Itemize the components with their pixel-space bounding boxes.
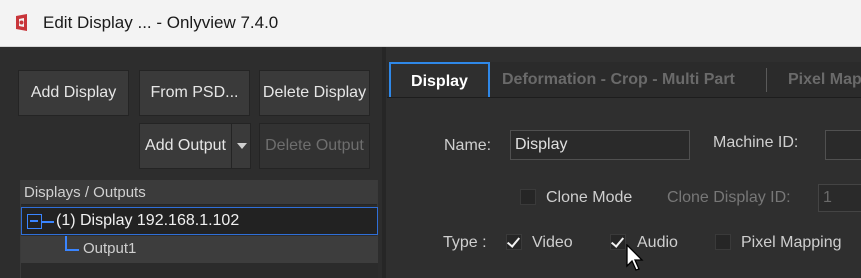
clone-display-id-input[interactable] xyxy=(818,184,861,212)
tab-pixel-mapping[interactable]: Pixel Mapping xyxy=(788,62,861,97)
video-label: Video xyxy=(532,234,573,251)
delete-display-button[interactable]: Delete Display xyxy=(259,70,370,116)
tree-branch-line xyxy=(65,249,79,251)
machine-id-label: Machine ID: xyxy=(713,134,799,151)
mouse-cursor-icon xyxy=(626,244,644,271)
displays-outputs-tree: Displays / Outputs (1) Display 192.168.1… xyxy=(20,180,378,278)
tree-branch-line xyxy=(42,221,54,223)
clone-mode-checkbox[interactable] xyxy=(520,189,536,205)
tab-separator xyxy=(766,68,767,92)
name-label: Name: xyxy=(444,137,492,154)
from-psd-button[interactable]: From PSD... xyxy=(139,70,250,116)
tab-deformation[interactable]: Deformation - Crop - Multi Part xyxy=(502,62,735,97)
pane-splitter[interactable] xyxy=(382,47,386,278)
tab-display[interactable]: Display xyxy=(389,62,490,97)
tree-item-display[interactable]: (1) Display 192.168.1.102 xyxy=(21,207,378,235)
delete-output-button[interactable]: Delete Output xyxy=(259,123,370,169)
pixel-mapping-checkbox[interactable] xyxy=(715,234,731,250)
onlyview-logo-icon xyxy=(16,14,27,31)
pixel-mapping-label: Pixel Mapping xyxy=(741,234,842,251)
clone-display-id-label: Clone Display ID: xyxy=(667,189,791,206)
tree-item-output-label: Output1 xyxy=(83,240,137,257)
tree-item-output[interactable]: Output1 xyxy=(21,236,378,263)
add-display-button[interactable]: Add Display xyxy=(18,70,129,116)
window-title: Edit Display ... - Onlyview 7.4.0 xyxy=(43,13,279,32)
video-checkbox[interactable] xyxy=(506,234,522,250)
collapse-icon[interactable] xyxy=(27,214,42,229)
tree-header: Displays / Outputs xyxy=(21,180,377,205)
title-bar: Edit Display ... - Onlyview 7.4.0 xyxy=(0,0,861,47)
tree-empty-row xyxy=(21,263,378,278)
tab-bar: Display Deformation - Crop - Multi Part … xyxy=(387,62,861,98)
add-output-button[interactable]: Add Output xyxy=(139,123,232,169)
tree-item-display-label: (1) Display 192.168.1.102 xyxy=(56,212,240,229)
machine-id-input[interactable] xyxy=(825,130,861,160)
type-label: Type : xyxy=(443,234,487,251)
clone-mode-label: Clone Mode xyxy=(546,189,633,206)
name-input[interactable] xyxy=(510,130,690,160)
add-output-dropdown-arrow[interactable] xyxy=(232,123,251,169)
audio-checkbox[interactable] xyxy=(610,234,626,250)
